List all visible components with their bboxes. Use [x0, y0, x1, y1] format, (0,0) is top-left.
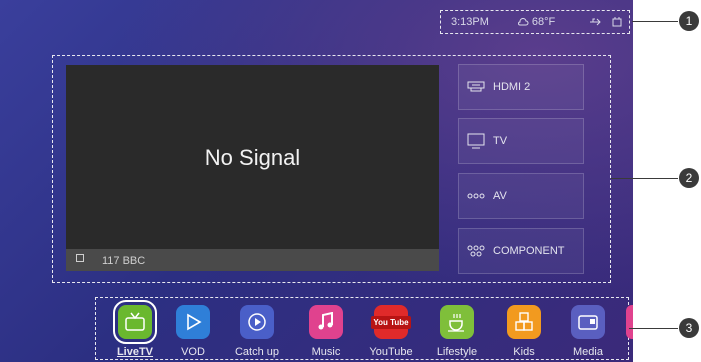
- youtube-icon: You Tube: [371, 315, 411, 329]
- app-label: Media: [573, 346, 603, 358]
- status-bar: 3:13PM 68°F: [440, 10, 630, 34]
- app-label: Music: [311, 346, 341, 358]
- app-label: Catch up: [234, 346, 280, 358]
- tv-icon: [467, 133, 485, 149]
- component-icon: [467, 245, 485, 257]
- callout-line: [629, 328, 678, 329]
- live-tv-icon: [125, 312, 145, 331]
- app-label: YouTube: [369, 346, 413, 358]
- catch-up-icon: [248, 313, 266, 331]
- app-partial-tile[interactable]: [626, 305, 633, 339]
- usb-icon: [590, 18, 601, 26]
- callout-line: [611, 178, 678, 179]
- network-icon: [612, 17, 622, 27]
- temperature: 68°F: [531, 16, 556, 28]
- app-label: LiveTV: [116, 346, 154, 358]
- app-music[interactable]: Music: [296, 305, 356, 358]
- callout-marker: 3: [679, 318, 699, 338]
- weather-icon: [517, 17, 529, 26]
- app-lifestyle[interactable]: Lifestyle: [427, 305, 487, 358]
- cup-icon: [448, 314, 464, 332]
- tv-preview-window[interactable]: No Signal 117 BBC: [66, 65, 439, 271]
- app-label: Kids: [513, 346, 535, 358]
- source-hdmi2[interactable]: HDMI 2: [458, 64, 584, 110]
- media-icon: [578, 315, 598, 330]
- source-label: TV: [493, 135, 508, 147]
- app-label: Lifestyle: [436, 346, 478, 358]
- weather: 68°F: [517, 16, 555, 28]
- app-youtube[interactable]: You Tube YouTube: [361, 305, 421, 358]
- app-kids[interactable]: Kids: [494, 305, 554, 358]
- clock: 3:13PM: [451, 16, 489, 28]
- source-component[interactable]: COMPONENT: [458, 228, 584, 274]
- kids-blocks-icon: [515, 312, 533, 331]
- tv-home-screen: 3:13PM 68°F No Signal 117 BBC HDMI 2 TV …: [0, 0, 633, 362]
- callout-line: [632, 21, 678, 22]
- no-signal-text: No Signal: [204, 145, 301, 170]
- music-icon: [318, 312, 333, 330]
- av-icon: [467, 193, 485, 199]
- channel-square-icon: [76, 254, 84, 262]
- source-label: AV: [493, 190, 507, 202]
- channel-bar: 117 BBC: [66, 249, 439, 271]
- play-icon: [187, 313, 202, 331]
- app-catch-up[interactable]: Catch up: [227, 305, 287, 358]
- callout-marker: 2: [679, 168, 699, 188]
- callout-marker: 1: [679, 11, 699, 31]
- source-tv[interactable]: TV: [458, 118, 584, 164]
- source-av[interactable]: AV: [458, 173, 584, 219]
- app-media[interactable]: Media: [558, 305, 618, 358]
- app-vod[interactable]: VOD: [163, 305, 223, 358]
- app-livetv[interactable]: LiveTV: [105, 300, 165, 358]
- source-label: COMPONENT: [493, 245, 565, 257]
- hdmi-icon: [467, 81, 485, 92]
- source-label: HDMI 2: [493, 81, 531, 93]
- app-label: VOD: [181, 346, 205, 358]
- channel-name: 117 BBC: [102, 255, 146, 267]
